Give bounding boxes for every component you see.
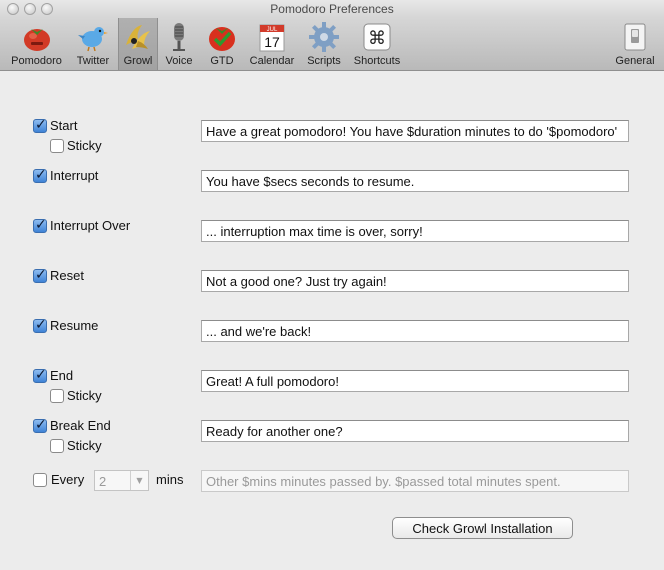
tab-growl-label: Growl	[123, 55, 153, 67]
every-unit-label: mins	[156, 472, 184, 487]
preferences-toolbar: Pomodoro Twitter Growl Voice GTD JUL 17 …	[0, 18, 664, 71]
break-end-checkbox[interactable]	[33, 417, 47, 433]
calendar-month: JUL	[267, 27, 278, 33]
end-message-field[interactable]: Great! A full pomodoro!	[201, 370, 629, 392]
tomato-icon	[23, 29, 50, 51]
reset-message-field[interactable]: Not a good one? Just try again!	[201, 270, 629, 292]
tab-growl[interactable]: Growl	[118, 18, 158, 70]
every-label: Every	[51, 472, 85, 487]
microphone-icon	[173, 23, 185, 51]
interrupt-over-label: Interrupt Over	[50, 218, 131, 233]
break-end-label: Break End	[50, 418, 111, 433]
reset-label: Reset	[50, 268, 84, 283]
start-label: Start	[50, 118, 78, 133]
switch-icon	[624, 23, 646, 51]
start-checkbox[interactable]	[33, 117, 47, 133]
tab-scripts[interactable]: Scripts	[301, 18, 347, 70]
start-message-field[interactable]: Have a great pomodoro! You have $duratio…	[201, 120, 629, 142]
tab-general[interactable]: General	[610, 18, 660, 70]
tab-shortcuts-label: Shortcuts	[353, 55, 401, 67]
tab-shortcuts[interactable]: ⌘ Shortcuts	[350, 18, 404, 70]
every-checkbox[interactable]	[33, 473, 47, 487]
tab-scripts-label: Scripts	[307, 55, 341, 67]
tab-twitter[interactable]: Twitter	[70, 18, 116, 70]
break-end-message-field[interactable]: Ready for another one?	[201, 420, 629, 442]
tab-pomodoro-label: Pomodoro	[11, 55, 62, 67]
tab-calendar[interactable]: JUL 17 Calendar	[245, 18, 299, 70]
end-label: End	[50, 368, 74, 383]
end-sticky-label: Sticky	[67, 388, 102, 403]
break-end-sticky-label: Sticky	[67, 438, 102, 453]
end-sticky-checkbox[interactable]	[50, 389, 64, 403]
tab-gtd-label: GTD	[210, 55, 234, 67]
gear-icon	[309, 22, 339, 52]
tab-gtd[interactable]: GTD	[201, 18, 243, 70]
start-sticky-label: Sticky	[67, 138, 102, 153]
break-end-sticky-checkbox[interactable]	[50, 439, 64, 453]
end-checkbox[interactable]	[33, 367, 47, 383]
resume-label: Resume	[50, 318, 99, 333]
command-glyph: ⌘	[368, 28, 386, 49]
window-title: Pomodoro Preferences	[270, 2, 394, 16]
tomato-check-icon	[209, 27, 235, 51]
tab-voice[interactable]: Voice	[160, 18, 198, 70]
tab-general-label: General	[615, 55, 655, 67]
resume-checkbox[interactable]	[33, 317, 47, 333]
interrupt-over-message-field[interactable]: ... interruption max time is over, sorry…	[201, 220, 629, 242]
bird-icon	[78, 27, 108, 52]
calendar-day: 17	[264, 34, 280, 50]
check-growl-installation-button[interactable]: Check Growl Installation	[392, 517, 573, 539]
every-message-field[interactable]: Other $mins minutes passed by. $passed t…	[201, 470, 629, 492]
interrupt-label: Interrupt	[50, 168, 99, 183]
chevron-down-icon[interactable]: ▼	[130, 471, 148, 490]
resume-message-field[interactable]: ... and we're back!	[201, 320, 629, 342]
interrupt-checkbox[interactable]	[33, 167, 47, 183]
interrupt-message-field[interactable]: You have $secs seconds to resume.	[201, 170, 629, 192]
tab-calendar-label: Calendar	[249, 55, 295, 67]
start-sticky-checkbox[interactable]	[50, 139, 64, 153]
reset-checkbox[interactable]	[33, 267, 47, 283]
tab-pomodoro[interactable]: Pomodoro	[5, 18, 68, 70]
tab-twitter-label: Twitter	[76, 55, 110, 67]
growl-claw-icon	[126, 25, 150, 49]
interrupt-over-checkbox[interactable]	[33, 217, 47, 233]
title-bar: Pomodoro Preferences	[0, 0, 664, 18]
every-minutes-combobox[interactable]: 2 ▼	[94, 470, 149, 491]
every-minutes-value: 2	[99, 474, 107, 489]
command-key-icon: ⌘	[363, 23, 391, 51]
tab-voice-label: Voice	[165, 55, 193, 67]
calendar-icon: JUL 17	[259, 24, 285, 52]
